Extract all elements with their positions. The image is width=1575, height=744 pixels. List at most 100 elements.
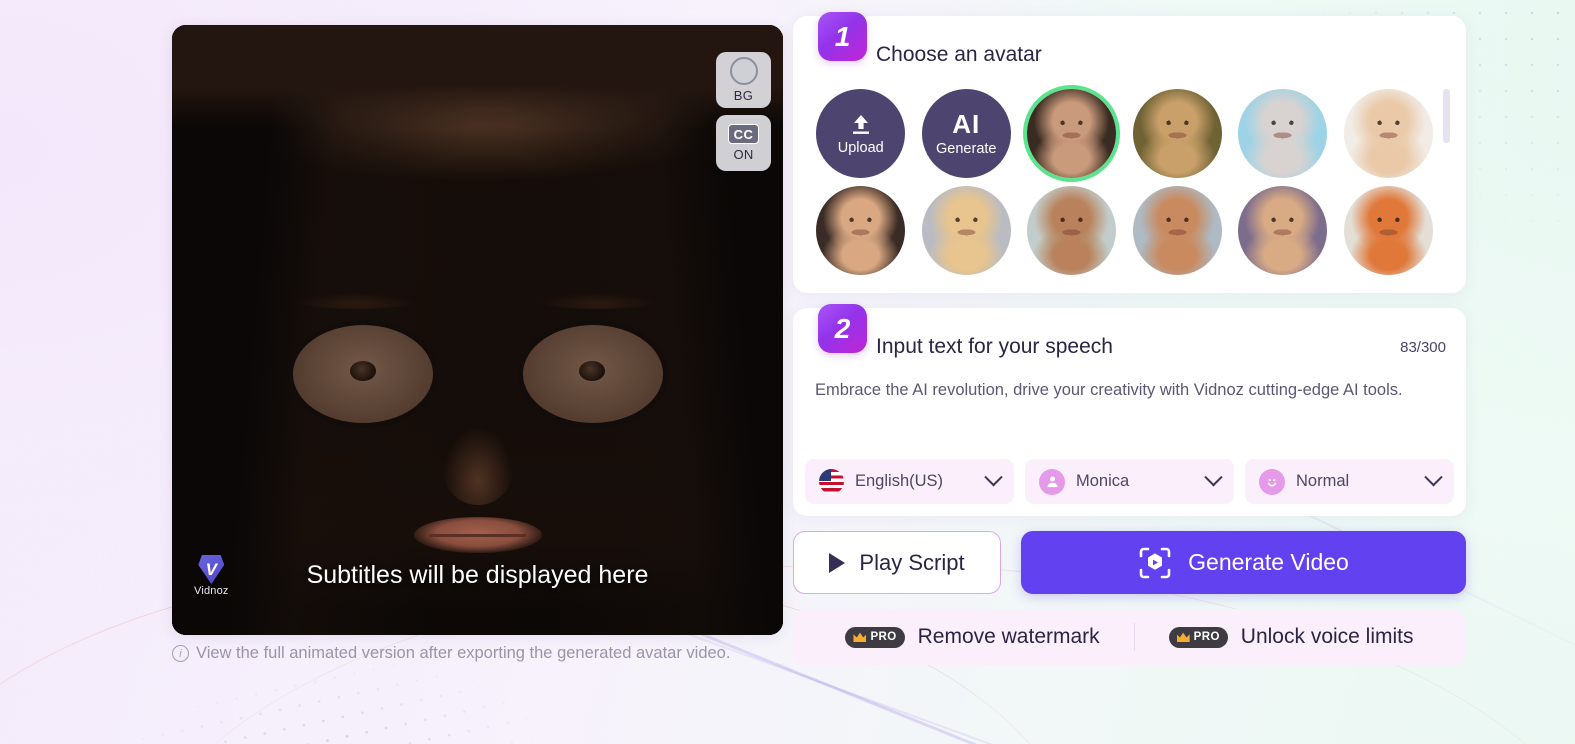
caption-toggle-label: ON: [733, 147, 754, 162]
avatar-action-label: Upload: [837, 139, 884, 156]
unlock-voice-limits-item[interactable]: PRO Unlock voice limits: [1135, 625, 1448, 649]
input-text-title: Input text for your speech: [876, 335, 1113, 358]
glasses-bridge: [432, 354, 523, 359]
eyebrow-right: [538, 293, 658, 309]
remove-watermark-item[interactable]: PRO Remove watermark: [811, 625, 1133, 649]
avatar-thumbnail: [816, 186, 906, 275]
avatar-option-2[interactable]: [1024, 89, 1120, 178]
avatar-face-detail: [1343, 89, 1433, 178]
mouth: [413, 517, 542, 553]
language-select-value: English(US): [855, 472, 944, 490]
app-stage: BG CC ON V Vidnoz Subtitles will be disp…: [0, 0, 1575, 744]
avatar-option-9[interactable]: [1130, 186, 1226, 275]
eye-right: [579, 361, 605, 381]
avatar-thumbnail: [921, 186, 1011, 275]
play-triangle-icon: [829, 552, 846, 573]
avatar-scroll-area[interactable]: Upload AI Generate: [813, 89, 1450, 275]
choose-avatar-card: 1 Choose an avatar Upload AI Generate: [793, 12, 1466, 293]
character-counter: 83/300: [1400, 338, 1446, 356]
avatar-face-detail: [921, 186, 1011, 275]
step-2-badge: 2: [818, 304, 867, 353]
script-textarea[interactable]: Embrace the AI revolution, drive your cr…: [813, 378, 1446, 403]
nose: [440, 425, 515, 505]
generate-video-label: Generate Video: [1188, 549, 1349, 575]
emotion-select[interactable]: Normal: [1245, 459, 1454, 504]
avatar-option-1[interactable]: AI Generate: [919, 89, 1015, 178]
avatar-face-detail: [1027, 186, 1117, 275]
avatar-option-10[interactable]: [1235, 186, 1331, 275]
background-toggle-label: BG: [733, 88, 754, 103]
avatar-option-11[interactable]: [1341, 186, 1437, 275]
video-preview-panel[interactable]: BG CC ON V Vidnoz Subtitles will be disp…: [172, 25, 783, 635]
avatar-video-frame: [172, 25, 783, 635]
pro-upsell-row: PRO Remove watermark PRO Unlock voice li…: [793, 609, 1466, 665]
avatar-option-7[interactable]: [919, 186, 1015, 275]
avatar-action-label: Generate: [936, 140, 997, 157]
background-circle-icon: [729, 57, 758, 85]
avatar-option-3[interactable]: [1130, 89, 1226, 178]
avatar-option-8[interactable]: [1024, 186, 1120, 275]
caption-toggle-button[interactable]: CC ON: [716, 115, 771, 171]
chevron-down-icon: [1204, 468, 1223, 487]
avatar-option-0[interactable]: Upload: [813, 89, 909, 178]
us-flag-icon: [819, 469, 844, 494]
person-icon: [1039, 468, 1065, 495]
language-select[interactable]: English(US): [805, 459, 1014, 504]
choose-avatar-header: Choose an avatar: [813, 40, 1446, 70]
voice-select[interactable]: Monica: [1025, 459, 1234, 504]
step-1-badge: 1: [818, 12, 867, 61]
video-control-stack: BG CC ON: [716, 52, 771, 171]
play-script-label: Play Script: [859, 549, 965, 575]
avatar-thumbnail: [1027, 186, 1117, 275]
generate-video-button[interactable]: Generate Video: [1021, 531, 1466, 594]
avatar-face-detail: [1238, 89, 1328, 178]
avatar-option-5[interactable]: [1341, 89, 1437, 178]
subtitle-text: Subtitles will be displayed here: [306, 561, 649, 589]
avatar-option-6[interactable]: [813, 186, 909, 275]
crown-icon: [853, 632, 867, 642]
voice-select-value: Monica: [1076, 472, 1130, 490]
avatar-face-detail: [1132, 186, 1222, 275]
eyeglasses: [278, 320, 678, 430]
video-export-note: i View the full animated version after e…: [172, 644, 730, 663]
smiley-icon: [1259, 468, 1285, 495]
avatar-face-detail: [816, 186, 906, 275]
avatar-face-detail: [1027, 89, 1117, 178]
avatar-scrollbar-thumb[interactable]: [1443, 89, 1450, 143]
remove-watermark-label: Remove watermark: [917, 625, 1100, 648]
chevron-down-icon: [1424, 468, 1443, 487]
chevron-down-icon: [984, 468, 1003, 487]
background-toggle-button[interactable]: BG: [716, 52, 771, 108]
avatar-thumbnail: [1132, 186, 1222, 275]
video-export-note-text: View the full animated version after exp…: [196, 644, 731, 662]
avatar-thumbnail: [1238, 89, 1328, 178]
avatar-thumbnail: [1027, 89, 1117, 178]
eye-left: [350, 361, 376, 381]
voice-settings-row: English(US) Monica Normal: [805, 459, 1454, 504]
crown-icon: [1176, 632, 1190, 642]
ai-generate-avatar-button: AI Generate: [921, 89, 1011, 178]
ai-text: AI: [952, 108, 981, 139]
closed-caption-icon: CC: [728, 124, 759, 144]
pro-badge-label: PRO: [870, 631, 897, 643]
generate-video-icon: [1138, 546, 1172, 580]
avatar-face-detail: [1132, 89, 1222, 178]
action-button-row: Play Script Generate Video: [793, 531, 1466, 594]
pro-badge-label: PRO: [1193, 631, 1220, 643]
emotion-select-value: Normal: [1296, 472, 1350, 490]
control-column: 1 Choose an avatar Upload AI Generate 2 In…: [793, 12, 1466, 665]
info-icon: i: [172, 645, 189, 662]
page-title: Choose an avatar: [876, 43, 1042, 66]
upload-arrow-icon: [848, 112, 874, 138]
input-text-card: 2 Input text for your speech 83/300 Embr…: [793, 304, 1466, 516]
eyebrow-left: [297, 293, 417, 309]
pro-badge: PRO: [1168, 626, 1228, 648]
avatar-option-4[interactable]: [1235, 89, 1331, 178]
avatar-thumbnail: [1343, 89, 1433, 178]
avatar-grid: Upload AI Generate: [813, 89, 1436, 275]
input-text-header: Input text for your speech 83/300: [813, 332, 1446, 362]
avatar-thumbnail: [1238, 186, 1328, 275]
avatar-face-detail: [1238, 186, 1328, 275]
play-script-button[interactable]: Play Script: [793, 531, 1001, 594]
avatar-scrollbar[interactable]: [1443, 89, 1450, 284]
